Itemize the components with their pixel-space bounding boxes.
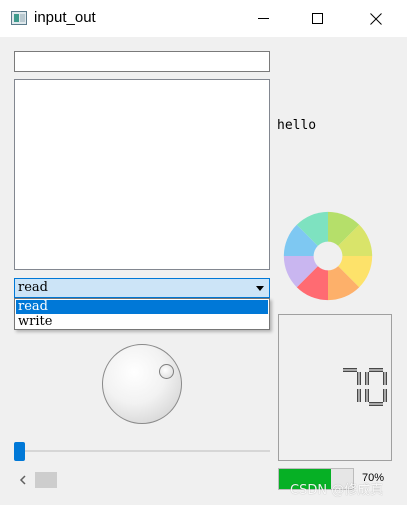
dial-knob[interactable] [102, 344, 182, 424]
horizontal-scrollbar[interactable] [14, 471, 270, 489]
maximize-icon [311, 13, 323, 24]
scrollbar-thumb[interactable] [35, 472, 57, 488]
lcd-number-display [278, 314, 392, 461]
close-icon [370, 12, 382, 25]
dropdown-option-write[interactable]: write [16, 315, 268, 329]
window-title: input_out [34, 9, 96, 26]
app-icon [11, 11, 27, 25]
lcd-digits [343, 368, 387, 406]
combobox-dropdown-list: read write [14, 298, 270, 330]
chevron-left-icon [19, 475, 26, 485]
mode-combobox[interactable]: read [14, 278, 270, 298]
chevron-down-icon[interactable] [256, 286, 264, 291]
title-bar[interactable]: input_out [0, 0, 407, 37]
slider-handle[interactable] [14, 442, 25, 461]
combobox-selected-value: read [18, 280, 48, 295]
hello-label: hello [277, 118, 317, 133]
dial-indicator [159, 364, 174, 379]
dropdown-option-read[interactable]: read [16, 300, 268, 314]
minimize-button[interactable] [240, 0, 286, 37]
close-button[interactable] [353, 0, 399, 37]
line-edit-input[interactable] [14, 51, 270, 72]
scroll-left-arrow-icon[interactable] [14, 471, 32, 489]
slider-groove[interactable] [14, 450, 270, 452]
text-edit-area[interactable] [14, 79, 270, 270]
minimize-icon [257, 18, 269, 19]
watermark-text: CSDN @修成真 [290, 483, 384, 498]
maximize-button[interactable] [294, 0, 340, 37]
shutter-logo-icon [283, 211, 373, 301]
